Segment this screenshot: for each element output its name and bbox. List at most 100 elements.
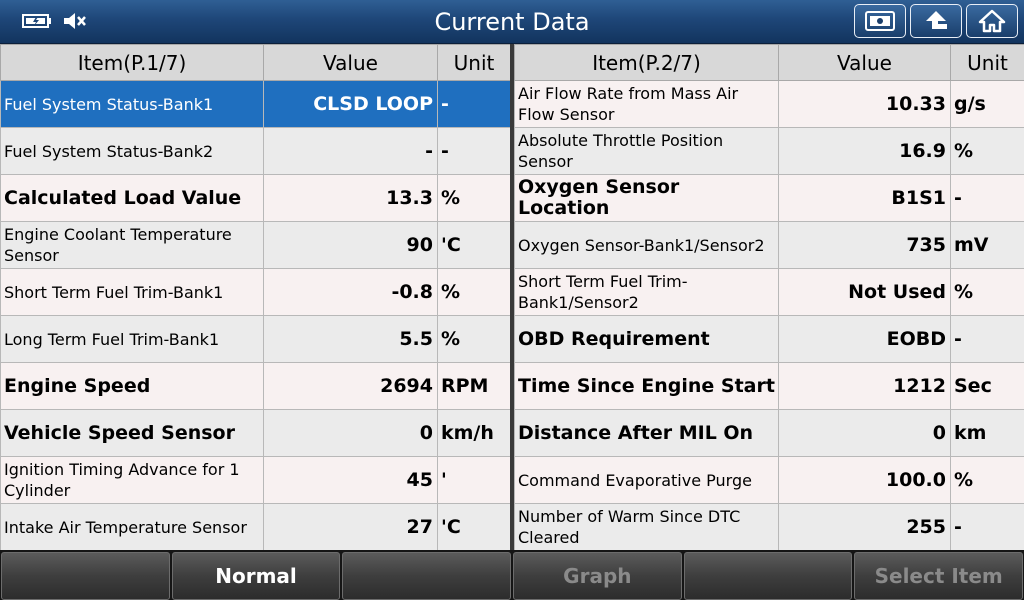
row-unit: % xyxy=(437,174,511,222)
row-item-label: Fuel System Status-Bank1 xyxy=(0,80,264,128)
row-unit: mV xyxy=(950,221,1024,269)
right-data-table: Item(P.2/7) Value Unit Air Flow Rate fro… xyxy=(514,44,1024,551)
row-unit: - xyxy=(950,174,1024,222)
row-unit: - xyxy=(950,315,1024,363)
home-button[interactable] xyxy=(966,4,1018,38)
title-bar: Current Data xyxy=(0,0,1024,44)
row-value: CLSD LOOP xyxy=(263,80,438,128)
table-row[interactable]: Oxygen Sensor-Bank1/Sensor2 735 mV xyxy=(514,221,1024,269)
table-row[interactable]: Intake Air Temperature Sensor 27 'C xyxy=(0,503,511,551)
back-button[interactable] xyxy=(910,4,962,38)
table-row[interactable]: Calculated Load Value 13.3% xyxy=(0,174,511,222)
row-value: 90 xyxy=(263,221,438,269)
table-row[interactable]: Command Evaporative Purge 100.0% xyxy=(514,456,1024,504)
row-value: B1S1 xyxy=(778,174,951,222)
graph-button[interactable]: Graph xyxy=(513,552,682,600)
row-unit: 'C xyxy=(437,221,511,269)
row-value: -0.8 xyxy=(263,268,438,316)
column-header-value: Value xyxy=(778,44,951,81)
column-header-item: Item(P.1/7) xyxy=(0,44,264,81)
row-value: 255 xyxy=(778,503,951,551)
row-item-label: Intake Air Temperature Sensor xyxy=(0,503,264,551)
row-value: 16.9 xyxy=(778,127,951,175)
empty-4-button[interactable] xyxy=(683,552,853,600)
table-row[interactable]: Engine Coolant Temperature Sensor 90 'C xyxy=(0,221,511,269)
row-item-label: Oxygen Sensor Location xyxy=(514,174,779,222)
row-unit: 'C xyxy=(437,503,511,551)
row-item-label: Air Flow Rate from Mass Air Flow Sensor xyxy=(514,80,779,128)
row-value: 5.5 xyxy=(263,315,438,363)
nav-buttons xyxy=(854,4,1018,38)
row-value: EOBD xyxy=(778,315,951,363)
row-item-label: Calculated Load Value xyxy=(0,174,264,222)
select-item-button[interactable]: Select Item xyxy=(854,552,1024,600)
row-unit: g/s xyxy=(950,80,1024,128)
table-row[interactable]: Absolute Throttle Position Sensor 16.9% xyxy=(514,127,1024,175)
row-item-label: Vehicle Speed Sensor xyxy=(0,409,264,457)
back-icon xyxy=(926,11,947,29)
row-value: 0 xyxy=(263,409,438,457)
table-row[interactable]: Oxygen Sensor Location B1S1- xyxy=(514,174,1024,222)
row-value: 0 xyxy=(778,409,951,457)
row-unit: - xyxy=(437,127,511,175)
table-row[interactable]: Time Since Engine Start 1212 Sec xyxy=(514,362,1024,410)
table-row[interactable]: Short Term Fuel Trim-Bank1/Sensor2 Not Us… xyxy=(514,268,1024,316)
screenshot-button[interactable] xyxy=(854,4,906,38)
left-data-table: Item(P.1/7) Value Unit Fuel System Statu… xyxy=(0,44,511,551)
row-value: 10.33 xyxy=(778,80,951,128)
table-row[interactable]: Fuel System Status-Bank1 CLSD LOOP - xyxy=(0,80,511,128)
row-value: 100.0 xyxy=(778,456,951,504)
table-row[interactable]: Number of Warm Since DTC Cleared 255- xyxy=(514,503,1024,551)
row-value: 27 xyxy=(263,503,438,551)
row-item-label: Engine Speed xyxy=(0,362,264,410)
empty-2-button[interactable] xyxy=(342,552,512,600)
table-row[interactable]: Fuel System Status-Bank2- - xyxy=(0,127,511,175)
row-value: 735 xyxy=(778,221,951,269)
row-unit: RPM xyxy=(437,362,511,410)
row-value: 2694 xyxy=(263,362,438,410)
row-unit: % xyxy=(950,456,1024,504)
row-value: 1212 xyxy=(778,362,951,410)
row-item-label: Absolute Throttle Position Sensor xyxy=(514,127,779,175)
row-item-label: Long Term Fuel Trim-Bank1 xyxy=(0,315,264,363)
row-unit: km xyxy=(950,409,1024,457)
empty-0-button[interactable] xyxy=(1,552,170,600)
table-row[interactable]: Engine Speed 2694 RPM xyxy=(0,362,511,410)
row-item-label: Distance After MIL On xyxy=(514,409,779,457)
row-item-label: Oxygen Sensor-Bank1/Sensor2 xyxy=(514,221,779,269)
row-unit: % xyxy=(437,315,511,363)
column-header-value: Value xyxy=(263,44,438,81)
table-row[interactable]: Air Flow Rate from Mass Air Flow Sensor 1… xyxy=(514,80,1024,128)
row-unit: ' xyxy=(437,456,511,504)
row-unit: - xyxy=(437,80,511,128)
row-unit: % xyxy=(950,268,1024,316)
row-item-label: Short Term Fuel Trim-Bank1/Sensor2 xyxy=(514,268,779,316)
row-item-label: Fuel System Status-Bank2 xyxy=(0,127,264,175)
table-row[interactable]: Distance After MIL On 0 km xyxy=(514,409,1024,457)
row-unit: Sec xyxy=(950,362,1024,410)
home-icon xyxy=(978,9,1006,33)
table-row[interactable]: OBD Requirement EOBD - xyxy=(514,315,1024,363)
column-header-unit: Unit xyxy=(437,44,511,81)
row-unit: - xyxy=(950,503,1024,551)
row-item-label: Short Term Fuel Trim-Bank1 xyxy=(0,268,264,316)
row-item-label: Command Evaporative Purge xyxy=(514,456,779,504)
row-unit: km/h xyxy=(437,409,511,457)
normal-button[interactable]: Normal xyxy=(171,552,341,600)
row-value: 13.3 xyxy=(263,174,438,222)
row-item-label: OBD Requirement xyxy=(514,315,779,363)
row-value: 45 xyxy=(263,456,438,504)
screenshot-icon xyxy=(865,11,895,31)
row-unit: % xyxy=(437,268,511,316)
table-row[interactable]: Ignition Timing Advance for 1 Cylinder 45… xyxy=(0,456,511,504)
row-unit: % xyxy=(950,127,1024,175)
table-row[interactable]: Vehicle Speed Sensor 0 km/h xyxy=(0,409,511,457)
bottom-toolbar: Normal Graph Select Item xyxy=(0,550,1024,600)
table-row[interactable]: Short Term Fuel Trim-Bank1 -0.8% xyxy=(0,268,511,316)
table-row[interactable]: Long Term Fuel Trim-Bank1 5.5% xyxy=(0,315,511,363)
row-item-label: Time Since Engine Start xyxy=(514,362,779,410)
row-value: Not Used xyxy=(778,268,951,316)
column-header-item: Item(P.2/7) xyxy=(514,44,779,81)
row-item-label: Engine Coolant Temperature Sensor xyxy=(0,221,264,269)
row-item-label: Number of Warm Since DTC Cleared xyxy=(514,503,779,551)
